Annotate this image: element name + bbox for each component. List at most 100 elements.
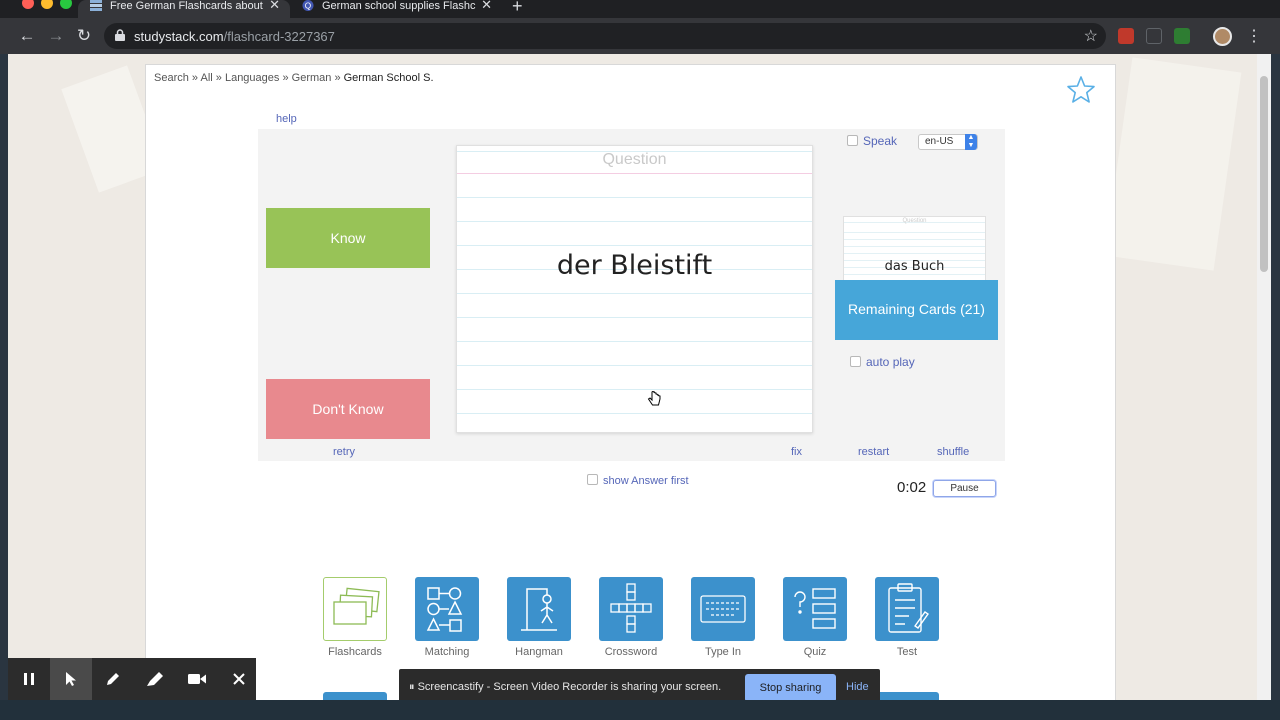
breadcrumb-all[interactable]: All [200, 72, 212, 84]
activity-matching[interactable]: Matching [415, 577, 479, 658]
show-answer-first-checkbox[interactable] [587, 474, 598, 485]
breadcrumb-search[interactable]: Search [154, 72, 189, 84]
activity-quiz[interactable]: Quiz [783, 577, 847, 658]
browser-tab-flashcards[interactable]: Free German Flashcards about ✕ [78, 0, 290, 18]
type-in-tile[interactable] [691, 577, 755, 641]
screencastify-extension-icon[interactable] [1118, 28, 1134, 44]
remaining-cards-button[interactable]: Remaining Cards (21) [835, 280, 998, 340]
breadcrumb-languages[interactable]: Languages [225, 72, 279, 84]
shuffle-link[interactable]: shuffle [937, 446, 969, 458]
help-link[interactable]: help [276, 113, 297, 125]
favorite-star-icon[interactable] [1066, 75, 1096, 105]
hangman-tile[interactable] [507, 577, 571, 641]
language-value: en-US [925, 136, 954, 147]
card-side-label: Question [602, 151, 667, 168]
address-bar[interactable]: studystack.com/flashcard-3227367 ☆ [104, 23, 1106, 49]
language-select[interactable]: en-US ▲ ▼ [918, 134, 978, 150]
flashcards-tile[interactable] [323, 577, 387, 641]
highlighter-tool-button[interactable] [134, 658, 176, 700]
studystack-favicon-icon [90, 0, 102, 11]
activity-crossword[interactable]: Crossword [599, 577, 663, 658]
quizlet-favicon-icon: Q [302, 0, 314, 11]
page-scrollbar[interactable] [1257, 54, 1271, 700]
crossword-tile[interactable] [599, 577, 663, 641]
close-recorder-button[interactable] [218, 658, 260, 700]
show-answer-first-label: show Answer first [603, 475, 689, 487]
keyboard-icon [700, 595, 746, 623]
activity-hangman[interactable]: Hangman [507, 577, 571, 658]
auto-play-toggle[interactable]: auto play [850, 355, 915, 369]
close-tab-icon[interactable]: ✕ [269, 0, 280, 11]
forward-arrow-icon[interactable]: → [46, 26, 66, 46]
profile-avatar[interactable] [1213, 27, 1232, 46]
url-text: studystack.com/flashcard-3227367 [134, 29, 335, 44]
test-tile[interactable] [875, 577, 939, 641]
speak-label: Speak [863, 134, 898, 148]
show-answer-first-toggle[interactable]: show Answer first [587, 474, 689, 487]
sharing-pause-icon: ⏸ [409, 681, 415, 693]
pointer-icon [66, 672, 76, 686]
browser-menu-icon[interactable]: ⋮ [1246, 26, 1262, 46]
breadcrumb: Search » All » Languages » German » Germ… [154, 72, 434, 84]
bookmark-star-icon[interactable]: ☆ [1084, 26, 1098, 46]
auto-play-checkbox[interactable] [850, 356, 861, 367]
speak-checkbox[interactable] [847, 135, 858, 146]
auto-play-label: auto play [866, 355, 915, 369]
speak-toggle[interactable]: Speak [847, 134, 897, 148]
card-term: der Bleistift [556, 250, 713, 281]
pointer-tool-button[interactable] [50, 658, 92, 700]
activity-flashcards[interactable]: Flashcards [323, 577, 387, 658]
next-card-preview: Question das Buch [843, 216, 986, 284]
flashcard-stage: Know Don't Know Question der Bleistift S… [258, 129, 1005, 461]
breadcrumb-german[interactable]: German [292, 72, 332, 84]
activity-tile-partial[interactable] [875, 692, 939, 700]
scrollbar-thumb[interactable] [1260, 76, 1268, 272]
video-camera-icon [188, 674, 206, 684]
sharing-message: ⏸ Screencastify - Screen Video Recorder … [409, 681, 721, 694]
extension-grid-icon[interactable] [1146, 28, 1162, 44]
url-path: /flashcard-3227367 [223, 29, 335, 44]
activity-type-in[interactable]: Type In [691, 577, 755, 658]
flashcard[interactable]: Question der Bleistift [456, 145, 813, 433]
highlighter-icon [147, 672, 163, 686]
restart-link[interactable]: restart [858, 446, 889, 458]
pen-tool-button[interactable] [92, 658, 134, 700]
close-tab-icon[interactable]: ✕ [481, 0, 492, 11]
lock-icon [115, 29, 125, 41]
url-host: studystack.com [134, 29, 224, 44]
matching-tile[interactable] [415, 577, 479, 641]
study-timer: 0:02 [897, 479, 927, 496]
extension-image-icon[interactable] [1174, 28, 1190, 44]
minimize-window-button[interactable] [41, 0, 53, 9]
close-window-button[interactable] [22, 0, 34, 9]
back-arrow-icon[interactable]: ← [17, 26, 37, 46]
activity-label: Flashcards [328, 646, 382, 658]
recorder-toolbar [8, 658, 256, 700]
stop-sharing-button[interactable]: Stop sharing [745, 674, 836, 702]
activity-tile-partial[interactable] [323, 692, 387, 700]
activity-label: Type In [704, 646, 742, 658]
know-button[interactable]: Know [266, 208, 430, 268]
retry-link[interactable]: retry [333, 446, 355, 458]
dont-know-button[interactable]: Don't Know [266, 379, 430, 439]
quiz-tile[interactable] [783, 577, 847, 641]
reload-icon[interactable]: ↻ [74, 26, 94, 46]
activity-test[interactable]: Test [875, 577, 939, 658]
browser-tab-strip: Free German Flashcards about ✕ Q German … [0, 0, 1280, 18]
next-card-side-label: Question [902, 218, 927, 224]
pause-icon [24, 673, 34, 685]
breadcrumb-current: German School S. [343, 72, 434, 84]
activity-label: Test [896, 646, 918, 658]
browser-tab-quizlet[interactable]: Q German school supplies Flashc ✕ [290, 0, 502, 18]
next-card-term: das Buch [884, 259, 945, 274]
tab-title: German school supplies Flashc [322, 0, 476, 12]
fix-link[interactable]: fix [791, 446, 802, 458]
hide-notice-button[interactable]: Hide [846, 681, 869, 693]
pause-recording-button[interactable] [8, 658, 50, 700]
camera-toggle-button[interactable] [176, 658, 218, 700]
browser-toolbar: ← → ↻ studystack.com/flashcard-3227367 ☆… [0, 18, 1280, 54]
maximize-window-button[interactable] [60, 0, 72, 9]
pause-button[interactable]: Pause [933, 480, 996, 497]
new-tab-icon[interactable]: + [512, 0, 523, 17]
test-clipboard-icon [888, 583, 929, 633]
